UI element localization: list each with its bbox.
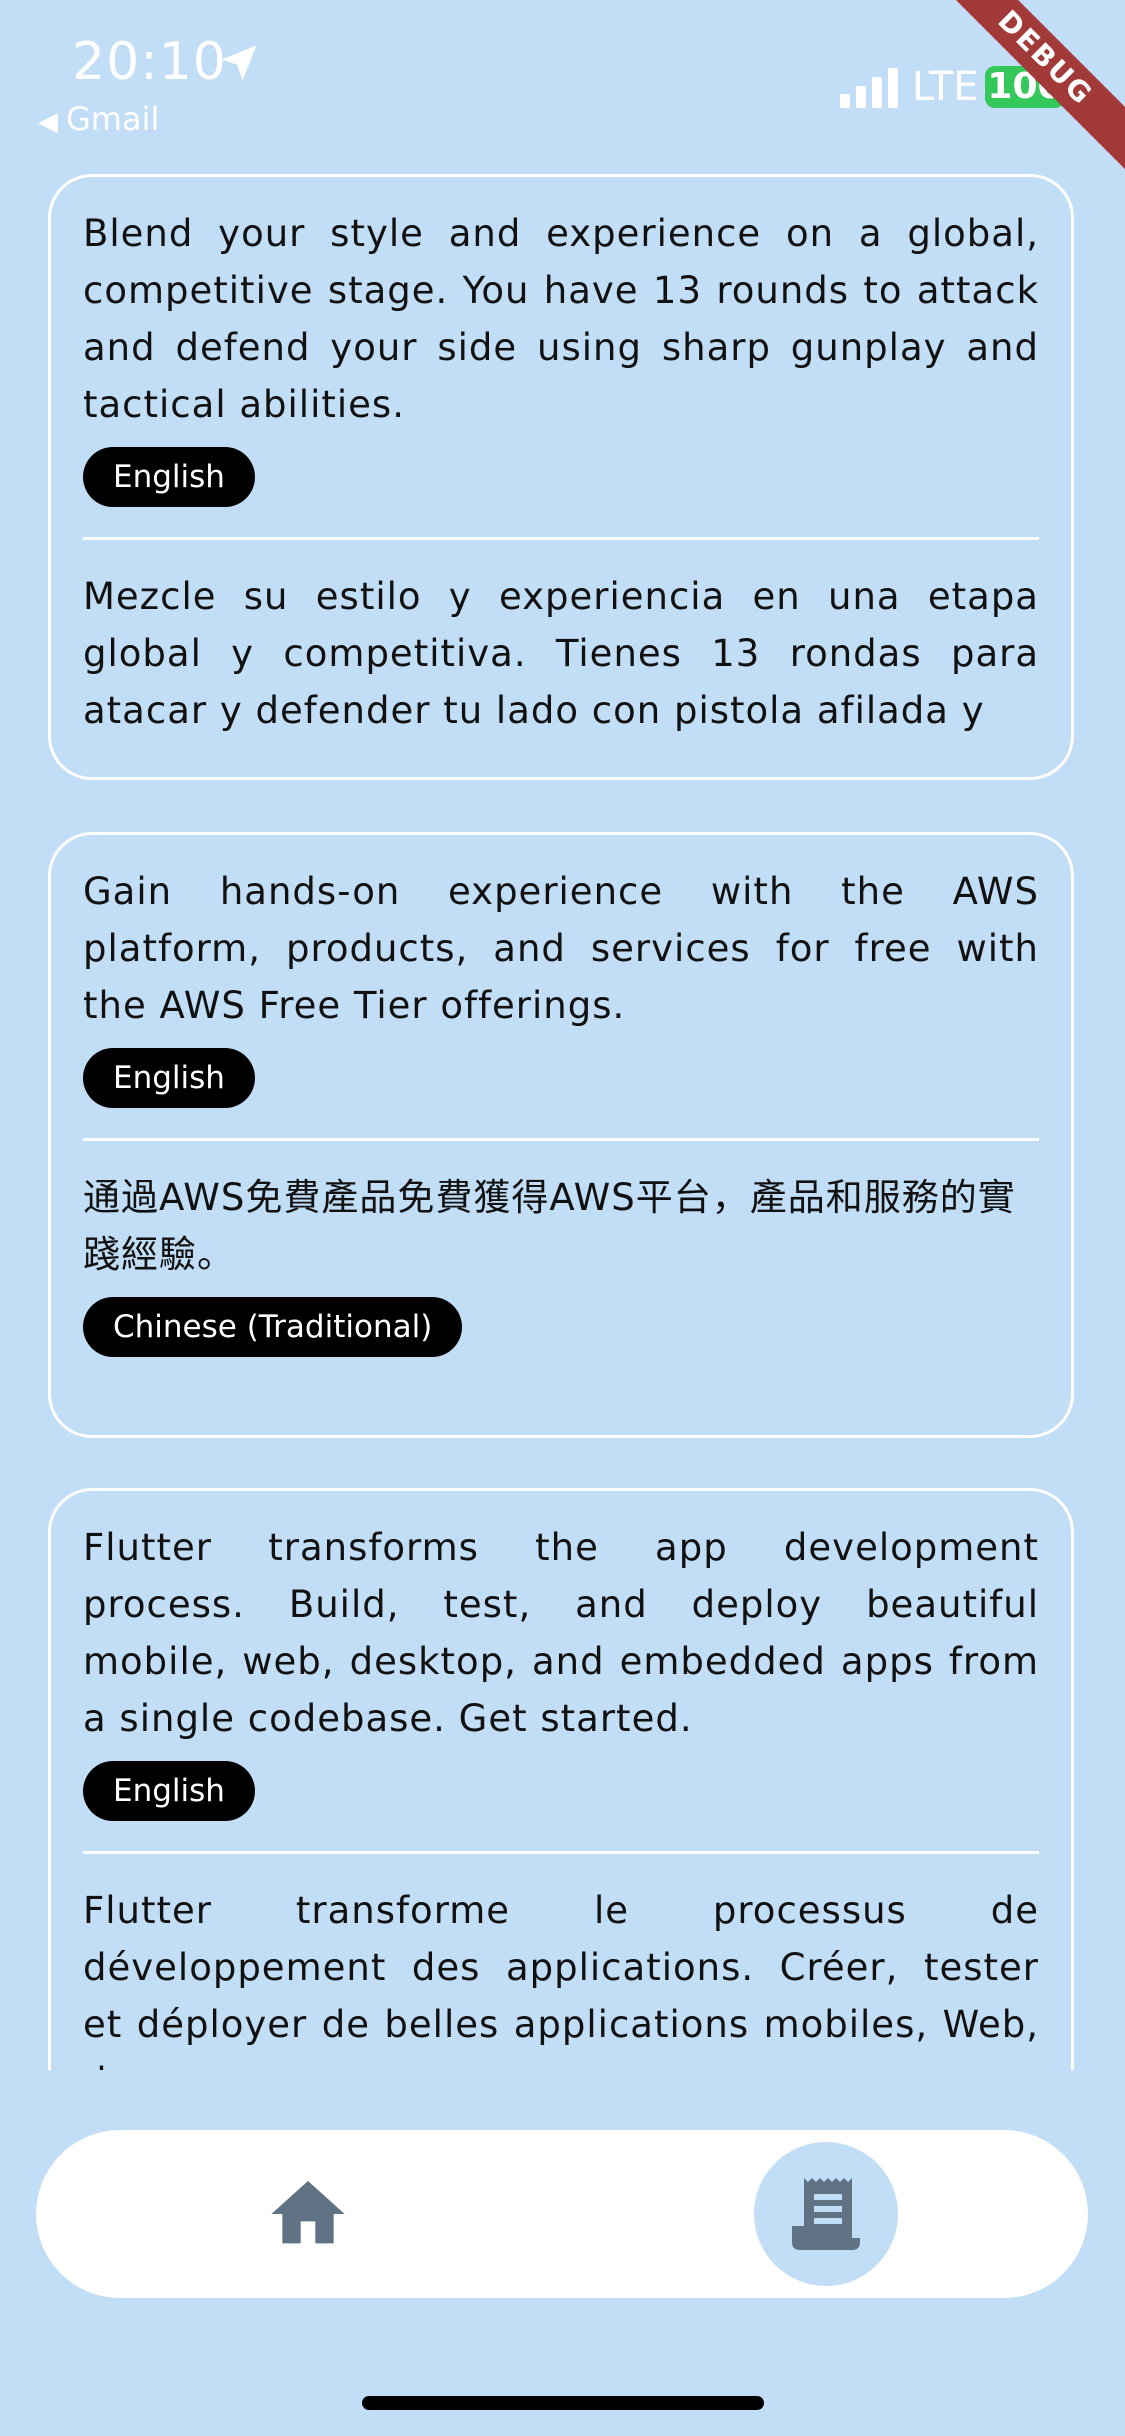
bottom-navigation — [36, 2130, 1088, 2298]
translation-card[interactable]: Gain hands-on experience with the AWS pl… — [48, 832, 1074, 1438]
language-tag: English — [83, 447, 255, 507]
entry-text: Flutter transforms the app development p… — [83, 1526, 1039, 1740]
nav-item-receipts[interactable] — [754, 2142, 898, 2286]
entry-text: Flutter transforme le processus de dével… — [83, 1889, 1039, 2070]
entry-text: Blend your style and experience on a glo… — [83, 212, 1039, 426]
clock: 20:10 — [72, 32, 227, 92]
network-type: LTE — [912, 64, 979, 110]
language-tag: English — [83, 1761, 255, 1821]
translation-entry: Flutter transforms the app development p… — [83, 1491, 1039, 1851]
translation-entry: Gain hands-on experience with the AWS pl… — [83, 835, 1039, 1138]
back-to-app-link[interactable]: ◀ Gmail — [38, 100, 159, 138]
home-indicator[interactable] — [362, 2396, 764, 2410]
entry-text: 通過AWS免費產品免費獲得AWS平台，產品和服務的實踐經驗。 — [83, 1176, 1016, 1276]
back-app-label: Gmail — [66, 100, 160, 138]
translation-entry: Blend your style and experience on a glo… — [83, 177, 1039, 537]
translation-entry: Flutter transforme le processus de dével… — [83, 1854, 1039, 2070]
language-tag: Chinese (Traditional) — [83, 1297, 463, 1357]
back-triangle-icon: ◀ — [38, 107, 58, 137]
translation-card[interactable]: Flutter transforms the app development p… — [48, 1488, 1074, 2070]
home-icon[interactable] — [264, 2170, 352, 2258]
translation-card[interactable]: Blend your style and experience on a glo… — [48, 174, 1074, 780]
location-arrow-icon — [221, 45, 257, 81]
signal-icon — [840, 68, 898, 108]
translation-entry: Mezcle su estilo y experiencia en una et… — [83, 540, 1039, 739]
translation-entry: 通過AWS免費產品免費獲得AWS平台，產品和服務的實踐經驗。 Chinese (… — [83, 1141, 1039, 1387]
language-tag: English — [83, 1048, 255, 1108]
receipt-icon — [792, 2178, 860, 2250]
status-bar: 20:10 ◀ Gmail LTE 100 DEBUG — [0, 0, 1125, 180]
translation-list[interactable]: Blend your style and experience on a glo… — [0, 170, 1125, 2070]
entry-text: Mezcle su estilo y experiencia en una et… — [83, 575, 1039, 732]
entry-text: Gain hands-on experience with the AWS pl… — [83, 870, 1039, 1027]
